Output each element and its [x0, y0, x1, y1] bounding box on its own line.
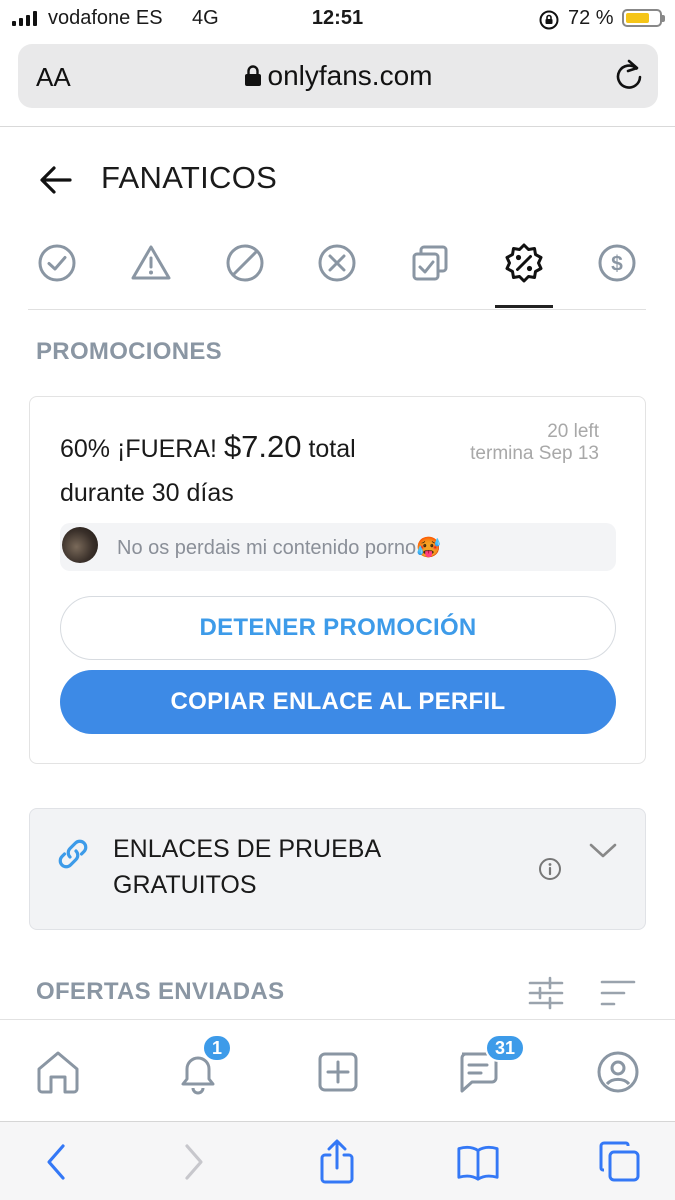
promotions-heading: PROMOCIONES — [36, 338, 222, 365]
cancel-icon — [318, 244, 356, 282]
tab-earnings[interactable]: $ — [588, 234, 646, 292]
chevron-left-icon — [47, 1144, 65, 1180]
address-bar[interactable]: AA onlyfans.com — [18, 44, 658, 108]
dollar-circle-icon: $ — [598, 244, 636, 282]
tab-expired[interactable] — [308, 234, 366, 292]
add-post-icon — [318, 1052, 358, 1092]
discount-badge-icon — [505, 243, 543, 283]
free-trial-links-panel[interactable]: ENLACES DE PRUEBA GRATUITOS — [29, 808, 646, 930]
info-button[interactable] — [538, 857, 562, 886]
profile-icon — [597, 1051, 639, 1093]
book-icon — [457, 1145, 499, 1181]
url-display[interactable]: onlyfans.com — [18, 60, 658, 92]
battery-icon — [622, 9, 665, 27]
nav-home[interactable] — [34, 1048, 82, 1096]
filter-sliders-icon — [528, 976, 564, 1010]
tab-promotions[interactable] — [495, 234, 553, 308]
promotion-message-text: No os perdais mi contenido porno🥵 — [117, 537, 441, 559]
sort-button[interactable] — [600, 978, 636, 1013]
promotion-remaining: 20 left — [547, 421, 599, 442]
promotion-message: No os perdais mi contenido porno🥵 — [60, 523, 616, 571]
avatar — [62, 527, 98, 563]
rotation-lock-icon — [538, 9, 560, 37]
promotion-title: 60% ¡FUERA! $7.20 total durante 30 días — [60, 425, 400, 515]
battery-percent: 72 % — [568, 7, 614, 29]
page-title: FANATICOS — [101, 160, 278, 195]
warning-icon — [131, 245, 171, 280]
free-trial-links-label: ENLACES DE PRUEBA GRATUITOS — [113, 835, 380, 899]
reload-button[interactable] — [614, 58, 644, 97]
tabs-icon — [599, 1141, 640, 1182]
stop-promotion-button[interactable]: DETENER PROMOCIÓN — [60, 596, 616, 660]
lock-icon — [244, 65, 261, 86]
check-circle-icon — [38, 244, 76, 282]
promotion-card: 60% ¡FUERA! $7.20 total durante 30 días … — [29, 396, 646, 764]
messages-badge: 31 — [485, 1034, 526, 1062]
copy-check-icon — [412, 245, 448, 281]
expand-button[interactable] — [588, 839, 618, 868]
reload-icon — [616, 59, 642, 89]
status-bar: vodafone ES 4G 12:51 72 % — [0, 0, 675, 38]
divider — [0, 126, 675, 127]
promotion-discount: 60% ¡FUERA! — [60, 435, 224, 463]
back-arrow-icon — [40, 166, 72, 194]
sort-icon — [600, 980, 636, 1006]
browser-forward-button[interactable] — [172, 1140, 216, 1184]
nav-new-post[interactable] — [314, 1048, 362, 1096]
nav-profile[interactable] — [594, 1048, 642, 1096]
url-text: onlyfans.com — [267, 60, 433, 91]
fans-tab-bar: $ — [28, 228, 646, 310]
tabs-button[interactable] — [598, 1140, 642, 1184]
info-icon — [539, 858, 561, 880]
filter-button[interactable] — [528, 976, 564, 1015]
app-bottom-nav: 1 31 — [0, 1019, 675, 1121]
promotion-price: $7.20 — [223, 429, 302, 464]
promotion-meta: 20 left termina Sep 13 — [470, 421, 599, 465]
battery-level — [626, 13, 650, 23]
promotion-end-date: termina Sep 13 — [470, 443, 599, 464]
tab-blocked[interactable] — [216, 234, 274, 292]
link-icon — [54, 835, 92, 878]
browser-toolbar — [0, 1121, 675, 1200]
share-icon — [320, 1139, 354, 1184]
bookmarks-button[interactable] — [456, 1140, 500, 1184]
share-button[interactable] — [315, 1139, 359, 1184]
tab-active-fans[interactable] — [28, 234, 86, 292]
notifications-badge: 1 — [202, 1034, 233, 1062]
chevron-down-icon — [589, 843, 617, 858]
copy-profile-link-button[interactable]: COPIAR ENLACE AL PERFIL — [60, 670, 616, 734]
browser-back-button[interactable] — [34, 1140, 78, 1184]
blocked-icon — [226, 244, 264, 282]
sent-offers-heading: OFERTAS ENVIADAS — [36, 978, 285, 1005]
chevron-right-icon — [185, 1144, 203, 1180]
home-icon — [37, 1051, 79, 1094]
tab-restricted[interactable] — [122, 234, 180, 292]
nav-notifications[interactable]: 1 — [174, 1034, 233, 1096]
svg-text:$: $ — [611, 253, 623, 276]
nav-messages[interactable]: 31 — [453, 1034, 526, 1096]
back-button[interactable] — [38, 162, 74, 203]
tab-copies[interactable] — [401, 234, 459, 292]
